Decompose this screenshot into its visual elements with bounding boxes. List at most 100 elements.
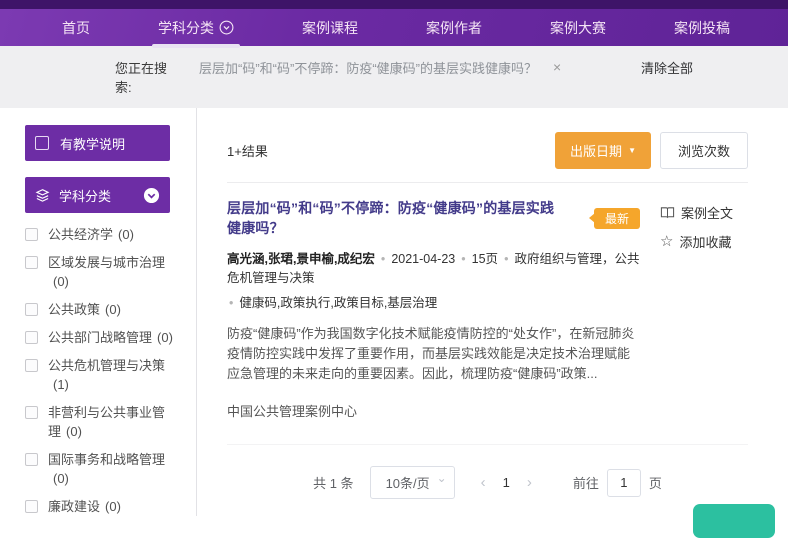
filter-label: 区域发展与城市治理	[48, 255, 165, 270]
sort-views-button[interactable]: 浏览次数	[660, 132, 748, 169]
filter-text: 公共危机管理与决策(1)	[48, 356, 184, 394]
publish-date: 2021-04-23	[391, 252, 455, 266]
main-nav: 首页 学科分类 案例课程 案例作者 案例大赛 案例投稿	[0, 9, 788, 46]
filter-label: 国际事务和战略管理	[48, 452, 165, 467]
result-summary: 防疫“健康码”作为我国数字化技术赋能疫情防控的“处女作”，在新冠肺炎疫情防控实践…	[227, 324, 640, 384]
section-title: 学科分类	[59, 186, 111, 205]
bullet: •	[381, 252, 385, 266]
result-keywords: •健康码,政策执行,政策目标,基层治理	[227, 292, 640, 311]
nav-item-submit[interactable]: 案例投稿	[674, 9, 730, 46]
nav-item-authors[interactable]: 案例作者	[426, 9, 482, 46]
checkbox[interactable]	[25, 256, 38, 269]
results-count: 1+结果	[227, 141, 268, 160]
nav-item-home[interactable]: 首页	[62, 9, 90, 46]
search-status-bar: 您正在搜索: 层层加“码”和“码”不停蹄：防疫“健康码”的基层实践健康吗？ × …	[0, 46, 788, 108]
divider	[227, 182, 748, 183]
goto-label: 前往	[573, 473, 599, 492]
pagination: 共 1 条 10条/页 ⌄ ‹ 1 › 前往 页	[227, 444, 748, 499]
result-title-link[interactable]: 层层加“码”和“码”不停蹄：防疫“健康码”的基层实践健康吗？	[227, 198, 568, 238]
filter-item[interactable]: 区域发展与城市治理 (0)	[25, 253, 184, 291]
nav-label: 案例课程	[302, 18, 358, 38]
nav-item-courses[interactable]: 案例课程	[302, 9, 358, 46]
select-value: 10条/页	[386, 476, 430, 491]
action-label: 案例全文	[681, 203, 733, 222]
action-label: 添加收藏	[679, 232, 731, 251]
checkbox[interactable]	[25, 500, 38, 513]
filter-text: 公共部门战略管理 (0)	[48, 328, 173, 347]
filter-count: (0)	[53, 471, 69, 486]
next-page-button[interactable]: ›	[527, 474, 532, 491]
filter-item[interactable]: 公共部门战略管理 (0)	[25, 328, 184, 347]
filter-item[interactable]: 公共政策 (0)	[25, 300, 184, 319]
new-badge: 最新	[594, 208, 640, 229]
bullet: •	[504, 252, 508, 266]
teaching-note-filter[interactable]: 有教学说明	[25, 125, 170, 161]
close-icon[interactable]: ×	[553, 59, 561, 108]
checkbox[interactable]	[25, 453, 38, 466]
prev-page-button[interactable]: ‹	[481, 474, 486, 491]
sort-publish-date-button[interactable]: 出版日期 ▼	[555, 132, 651, 169]
filter-label: 廉政建设	[48, 499, 100, 514]
chevron-down-icon[interactable]	[143, 187, 160, 204]
checkbox[interactable]	[25, 406, 38, 419]
page-number[interactable]: 1	[499, 475, 514, 490]
filter-label: 公共政策	[48, 302, 100, 317]
fulltext-action[interactable]: 案例全文	[660, 203, 748, 222]
filter-text: 公共政策 (0)	[48, 300, 121, 319]
search-status-label: 您正在搜索:	[115, 59, 173, 108]
filter-item[interactable]: 廉政建设 (0)	[25, 497, 184, 516]
filter-label: 公共部门战略管理	[48, 330, 152, 345]
filter-count: (0)	[118, 227, 134, 242]
checkbox[interactable]	[25, 331, 38, 344]
result-meta: 高光涵,张珺,景申榆,成纪宏•2021-04-23•15页•政府组织与管理，公共…	[227, 248, 640, 286]
result-source: 中国公共管理案例中心	[227, 401, 640, 420]
checkbox[interactable]	[25, 303, 38, 316]
filter-count: (0)	[157, 330, 173, 345]
filter-item[interactable]: 公共经济学 (0)	[25, 225, 184, 244]
sidebar-section-subjects[interactable]: 学科分类	[25, 177, 170, 213]
nav-item-subjects[interactable]: 学科分类	[158, 9, 234, 46]
nav-label: 案例大赛	[550, 18, 606, 38]
nav-label: 学科分类	[158, 18, 214, 38]
checkbox[interactable]	[35, 136, 49, 150]
filter-text: 国际事务和战略管理 (0)	[48, 450, 168, 488]
filter-count: (0)	[105, 499, 121, 514]
filter-item[interactable]: 公共危机管理与决策(1)	[25, 356, 184, 394]
filter-item[interactable]: 非营利与公共事业管理(0)	[25, 403, 184, 441]
filter-text: 区域发展与城市治理 (0)	[48, 253, 168, 291]
nav-label: 案例投稿	[674, 18, 730, 38]
bullet: •	[229, 296, 233, 310]
goto-suffix: 页	[649, 473, 662, 492]
filter-text: 非营利与公共事业管理(0)	[48, 403, 168, 441]
filter-sidebar: 有教学说明 学科分类 公共经济学 (0) 区域发展与城市治理 (0) 公共政策 (0)	[0, 108, 197, 516]
filter-text: 廉政建设 (0)	[48, 497, 121, 516]
caret-down-icon: ▼	[628, 146, 636, 155]
total-count: 共 1 条	[313, 473, 353, 492]
favorite-action[interactable]: ☆ 添加收藏	[660, 232, 748, 251]
nav-item-contest[interactable]: 案例大赛	[550, 9, 606, 46]
filter-count: (1)	[53, 377, 69, 392]
filter-item[interactable]: 国际事务和战略管理 (0)	[25, 450, 184, 488]
filter-count: (0)	[66, 424, 82, 439]
checkbox[interactable]	[25, 228, 38, 241]
nav-label: 案例作者	[426, 18, 482, 38]
clear-all-button[interactable]: 清除全部	[641, 59, 693, 108]
page-count: 15页	[472, 252, 498, 266]
checkbox[interactable]	[25, 359, 38, 372]
authors: 高光涵,张珺,景申榆,成纪宏	[227, 252, 375, 266]
layers-icon	[35, 188, 50, 203]
floating-widget-button[interactable]	[693, 504, 775, 538]
star-icon: ☆	[660, 234, 673, 249]
filter-label: 公共经济学	[48, 227, 113, 242]
filter-text: 公共经济学 (0)	[48, 225, 134, 244]
nav-label: 首页	[62, 18, 90, 38]
filter-count: (0)	[105, 302, 121, 317]
page-size-select[interactable]: 10条/页 ⌄	[370, 466, 455, 499]
chevron-down-icon: ⌄	[437, 471, 447, 485]
top-strip	[0, 0, 788, 9]
bullet: •	[461, 252, 465, 266]
results-panel: 1+结果 出版日期 ▼ 浏览次数 层层加“码”和“码”不停蹄：防疫“健康码”的基…	[197, 108, 788, 516]
filter-label: 有教学说明	[60, 134, 125, 153]
goto-page-input[interactable]	[607, 469, 641, 497]
filter-count: (0)	[53, 274, 69, 289]
